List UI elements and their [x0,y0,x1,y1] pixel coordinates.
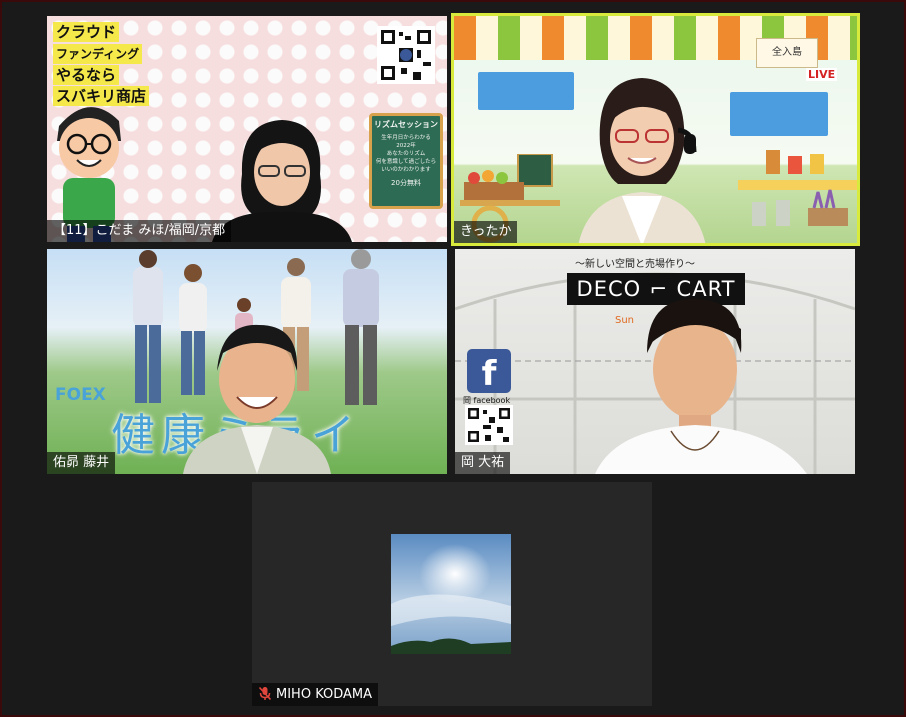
participant-name-label: きったか [454,221,518,243]
participant-name: 佑昴 藤井 [53,455,110,470]
participant-video-person [212,120,352,242]
facebook-letter: f [481,354,497,394]
foex-logo: FOEX [55,385,106,405]
sign-line: いいのかわかります [381,167,431,173]
participant-video-person [595,298,807,474]
sign-title: リズムセッション [374,120,438,129]
participant-name: きったか [460,224,512,239]
participant-video-person [578,78,706,243]
video-tile-kodama-miho[interactable]: クラウド ファンディング やるなら スバキリ商店 リズムセッション 生年月日から… [47,16,447,242]
facebook-icon: f [467,349,511,394]
shop-sign-board: 全入島 [756,38,818,68]
rhythm-session-sign: リズムセッション 生年月日からわかる 2022年 あなたのリズム 何を意識して過… [369,113,443,209]
participant-name-label: 岡 大祐 [455,452,511,474]
participant-name: MIHO KODAMA [276,687,373,702]
live-badge: LIVE [806,68,838,81]
participant-name-label: 【11】こだま みほ/福岡/京都 [47,220,232,242]
profile-picture-sky [391,534,511,654]
participant-name: 岡 大祐 [461,455,505,470]
sign-line: 何を意識して過ごしたら [375,159,437,165]
sign-line: 生年月日からわかる [381,135,431,141]
sign-free-offer: 20分無料 [391,179,421,187]
crowdfunding-banner: クラウド ファンディング やるなら スバキリ商店 [53,22,150,107]
sign-line: 2022年 [396,143,416,149]
sign-line: あなたのリズム [386,151,426,157]
video-tile-fujii-yuko[interactable]: FOEX 健康ミライ 佑昴 藤井 [47,249,447,474]
video-tile-kittaka[interactable]: 全入島 LIVE きったか [451,13,860,246]
deco-cart-tagline: ～新しい空間と売場作り～ [575,259,695,270]
market-stall-right [738,150,857,226]
qr-code-icon [377,26,435,84]
qr-code-icon [465,405,513,445]
banner-line-1: クラウド [53,22,120,42]
participant-name: 【11】こだま みほ/福岡/京都 [53,223,226,238]
participant-name-label: MIHO KODAMA [252,683,379,706]
participant-name-label: 佑昴 藤井 [47,452,116,474]
speech-bubble-right [730,92,828,136]
video-tile-miho-kodama[interactable]: MIHO KODAMA [252,482,652,706]
participant-video-person [183,324,331,474]
banner-line-3: やるなら [53,65,120,85]
microphone-muted-icon [258,686,272,701]
banner-line-2: ファンディング [53,44,143,64]
video-tile-oka-daisuke[interactable]: ～新しい空間と売場作り～ DECO ⌐ CART Sun f 岡 faceboo… [455,249,855,474]
